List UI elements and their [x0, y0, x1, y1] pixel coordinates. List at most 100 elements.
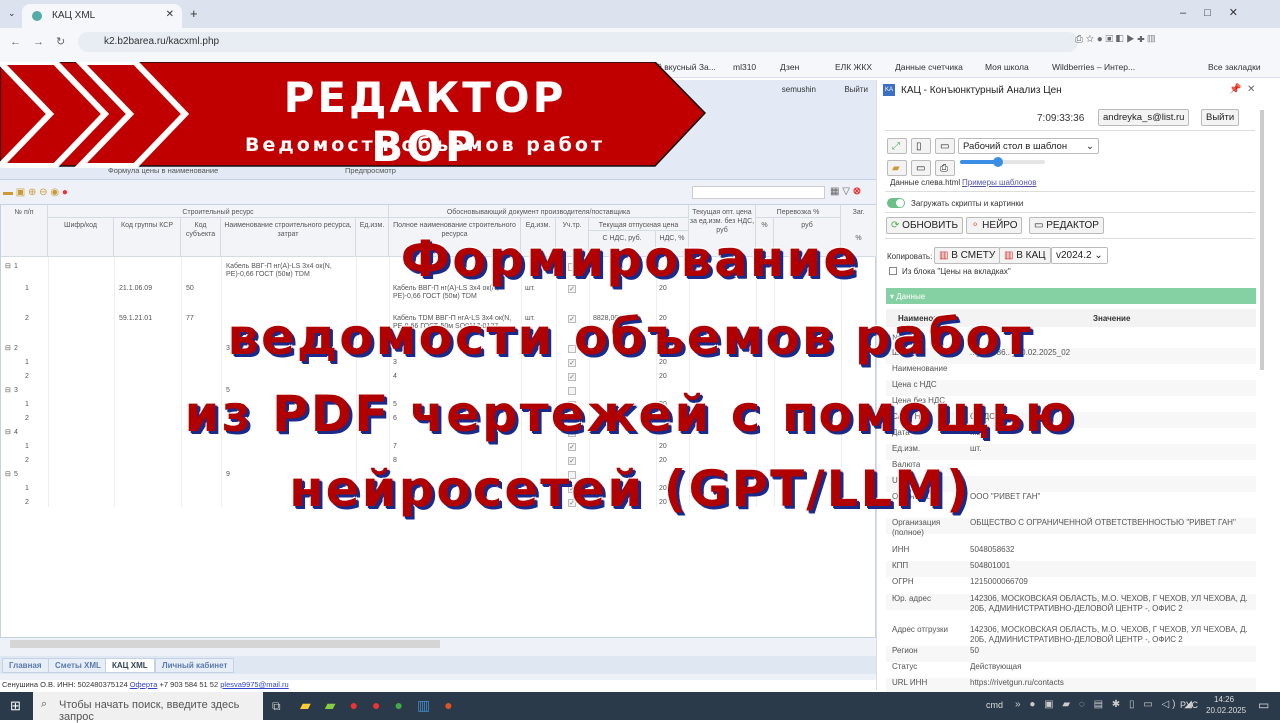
toggle-label: Загружать скрипты и картинки	[911, 199, 1024, 208]
examples-link[interactable]: Примеры шаблонов	[962, 178, 1036, 187]
search-placeholder: Чтобы начать поиск, введите здесь запрос	[59, 699, 240, 723]
zoom-slider[interactable]	[960, 157, 1045, 167]
close-tab-icon[interactable]: ✕	[166, 9, 174, 20]
bookmark[interactable]: ml310	[733, 62, 756, 72]
taskbar-search-input[interactable]: ⌕ Чтобы начать поиск, введите здесь запр…	[33, 692, 263, 723]
grid-search-input[interactable]	[692, 186, 825, 199]
expand-icon[interactable]: ⤢	[887, 138, 907, 154]
tab-kac[interactable]: КАЦ XML	[105, 658, 155, 673]
tab-smety[interactable]: Сметы XML	[48, 658, 108, 673]
folder-icon[interactable]: ▰	[887, 160, 907, 176]
bookmark[interactable]: Моя школа	[985, 62, 1029, 72]
new-tab-icon[interactable]: +	[190, 6, 198, 21]
data-left-text: Данные слева.html	[890, 178, 961, 187]
template-select-value: Рабочий стол в шаблон	[963, 141, 1068, 152]
scripts-toggle[interactable]	[887, 198, 905, 208]
overlay-headline-line: ведомости объемов работ	[227, 308, 1033, 366]
offer-link[interactable]: Оферта	[130, 680, 158, 689]
bookmark[interactable]: Данные счетчика	[895, 62, 963, 72]
tab-list-icon[interactable]: ⌄	[8, 8, 16, 19]
bookmark[interactable]: ЕЛК ЖКХ	[835, 62, 872, 72]
grid-toolbar: ▬ ▣ ⊕ ⊖ ◉ ● ▦ ▽ ⊗	[0, 184, 876, 202]
field-row: Наименование	[886, 364, 1256, 380]
divider	[885, 130, 1255, 131]
horizontal-scrollbar[interactable]	[10, 640, 440, 648]
pin-icon[interactable]: 📌	[1229, 84, 1241, 95]
bottom-tabs: Главная Сметы XML КАЦ XML Личный кабинет	[0, 656, 876, 674]
search-icon: ⌕	[41, 698, 48, 710]
field-value: 5048058632	[970, 545, 1015, 554]
field-name: Организация (полное)	[892, 518, 941, 537]
banner-title: РЕДАКТОР ВОР	[283, 73, 567, 171]
field-row: Адрес отгрузки 142306, МОСКОВСКАЯ ОБЛАСТЬ…	[886, 625, 1256, 644]
field-name: Ед.изм.	[892, 444, 921, 453]
pinned-apps[interactable]: ▰▰●●●▥●	[300, 697, 467, 714]
tab-main[interactable]: Главная	[2, 658, 49, 673]
url-input[interactable]: k2.b2barea.ru/kacxml.php	[78, 32, 1078, 52]
full-name: 4	[393, 373, 397, 380]
tray-icons[interactable]: » ● ▣ ▰ ◌ ▤ ✱ ▯ ▭ ◁) ◢	[1015, 699, 1195, 710]
email-link[interactable]: plesva9975@mail.ru	[220, 680, 288, 689]
data-section-header[interactable]: ▾ Данные	[886, 288, 1256, 304]
windows-start-icon[interactable]: ⊞	[10, 698, 21, 714]
user-link[interactable]: semushin	[782, 85, 816, 94]
template-select[interactable]: Рабочий стол в шаблон ⌄	[958, 138, 1099, 154]
panel-user-button[interactable]: andreyka_s@list.ru	[1098, 109, 1190, 126]
field-name: Статус	[892, 662, 918, 671]
notifications-icon[interactable]: ▭	[1258, 698, 1269, 712]
monitor-icon[interactable]: ▭	[911, 160, 931, 176]
field-value: https://rivetgun.ru/contacts	[970, 678, 1064, 687]
field-name: КПП	[892, 561, 909, 570]
field-value: 142306, МОСКОВСКАЯ ОБЛАСТЬ, М.О. ЧЕХОВ, …	[970, 625, 1248, 644]
overlay-headline-line: из PDF чертежей с помощью	[184, 385, 1076, 443]
row-number: 2	[25, 373, 29, 380]
extension-icons[interactable]: ⎙ ☆ ● ▣ ◧ ▶ ✚ ▥	[1075, 34, 1205, 50]
bookmark-all[interactable]: Все закладки	[1208, 62, 1261, 72]
bookmark[interactable]: Wildberries – Интер...	[1052, 62, 1135, 72]
status-bar: Сенушина О.В. ИНН: 502480375124 Оферта +…	[0, 680, 876, 692]
field-row: Юр. адрес 142306, МОСКОВСКАЯ ОБЛАСТЬ, М.О…	[886, 594, 1256, 613]
clipboard-icon[interactable]: ▯	[911, 138, 931, 154]
field-name: URL ИНН	[892, 678, 928, 687]
field-value: 142306, МОСКОВСКАЯ ОБЛАСТЬ, М.О. ЧЕХОВ, …	[970, 594, 1248, 613]
url-text: k2.b2barea.ru/kacxml.php	[104, 36, 220, 47]
panel-logout-button[interactable]: Выйти	[1201, 109, 1240, 126]
tab-cabinet[interactable]: Личный кабинет	[155, 658, 235, 673]
nav-buttons[interactable]: ←→↻	[10, 35, 77, 48]
bookmark[interactable]: Дзен	[780, 62, 799, 72]
divider	[885, 191, 1255, 192]
field-value: 50	[970, 646, 979, 655]
status-text: Сенушина О.В. ИНН: 502480375124	[2, 680, 128, 689]
field-row: Ед.изм. шт.	[886, 444, 1256, 460]
task-view-icon[interactable]: ⧉	[272, 699, 281, 714]
clock-date[interactable]: 20.02.2025	[1206, 706, 1246, 715]
field-value: Действующая	[970, 662, 1022, 671]
field-value: шт.	[970, 444, 982, 453]
print-icon[interactable]: ⎙	[935, 160, 955, 176]
filter-icons[interactable]: ▦ ▽ ⊗	[830, 186, 861, 197]
transport-checkbox[interactable]: ✓	[568, 373, 576, 381]
clock-time[interactable]: 14:26	[1214, 695, 1234, 704]
field-name: ИНН	[892, 545, 910, 554]
phone-text: +7 903 584 51 52	[159, 680, 219, 689]
close-panel-icon[interactable]: ✕	[1247, 84, 1255, 95]
transport-checkbox[interactable]: ✓	[568, 443, 576, 451]
window-controls[interactable]: –□✕	[1180, 6, 1256, 19]
field-name: Регион	[892, 646, 918, 655]
tab-title: КАЦ XML	[52, 10, 96, 21]
field-row: ОГРН 1215000066709	[886, 577, 1256, 593]
kac-logo-icon: KA	[883, 84, 895, 96]
full-name: 7	[393, 443, 397, 450]
banner-subtitle: Ведомости объемов работ	[244, 134, 605, 156]
panel-scrollbar[interactable]	[1260, 110, 1264, 370]
field-row: Статус Действующая	[886, 662, 1256, 678]
toolbar-icons[interactable]: ▬ ▣ ⊕ ⊖ ◉ ●	[3, 187, 68, 198]
overlay-headline-line: нейросетей (GPT/LLM)	[289, 460, 971, 518]
vat-percent: 20	[659, 373, 667, 380]
browser-tab[interactable]: КАЦ XML ✕	[22, 4, 182, 28]
image-icon[interactable]: ▭	[935, 138, 955, 154]
section-title: Данные	[896, 292, 926, 301]
logout-button[interactable]: Выйти	[844, 85, 868, 94]
field-row: КПП 504801001	[886, 561, 1256, 577]
language-indicator[interactable]: РУС	[1180, 700, 1198, 710]
